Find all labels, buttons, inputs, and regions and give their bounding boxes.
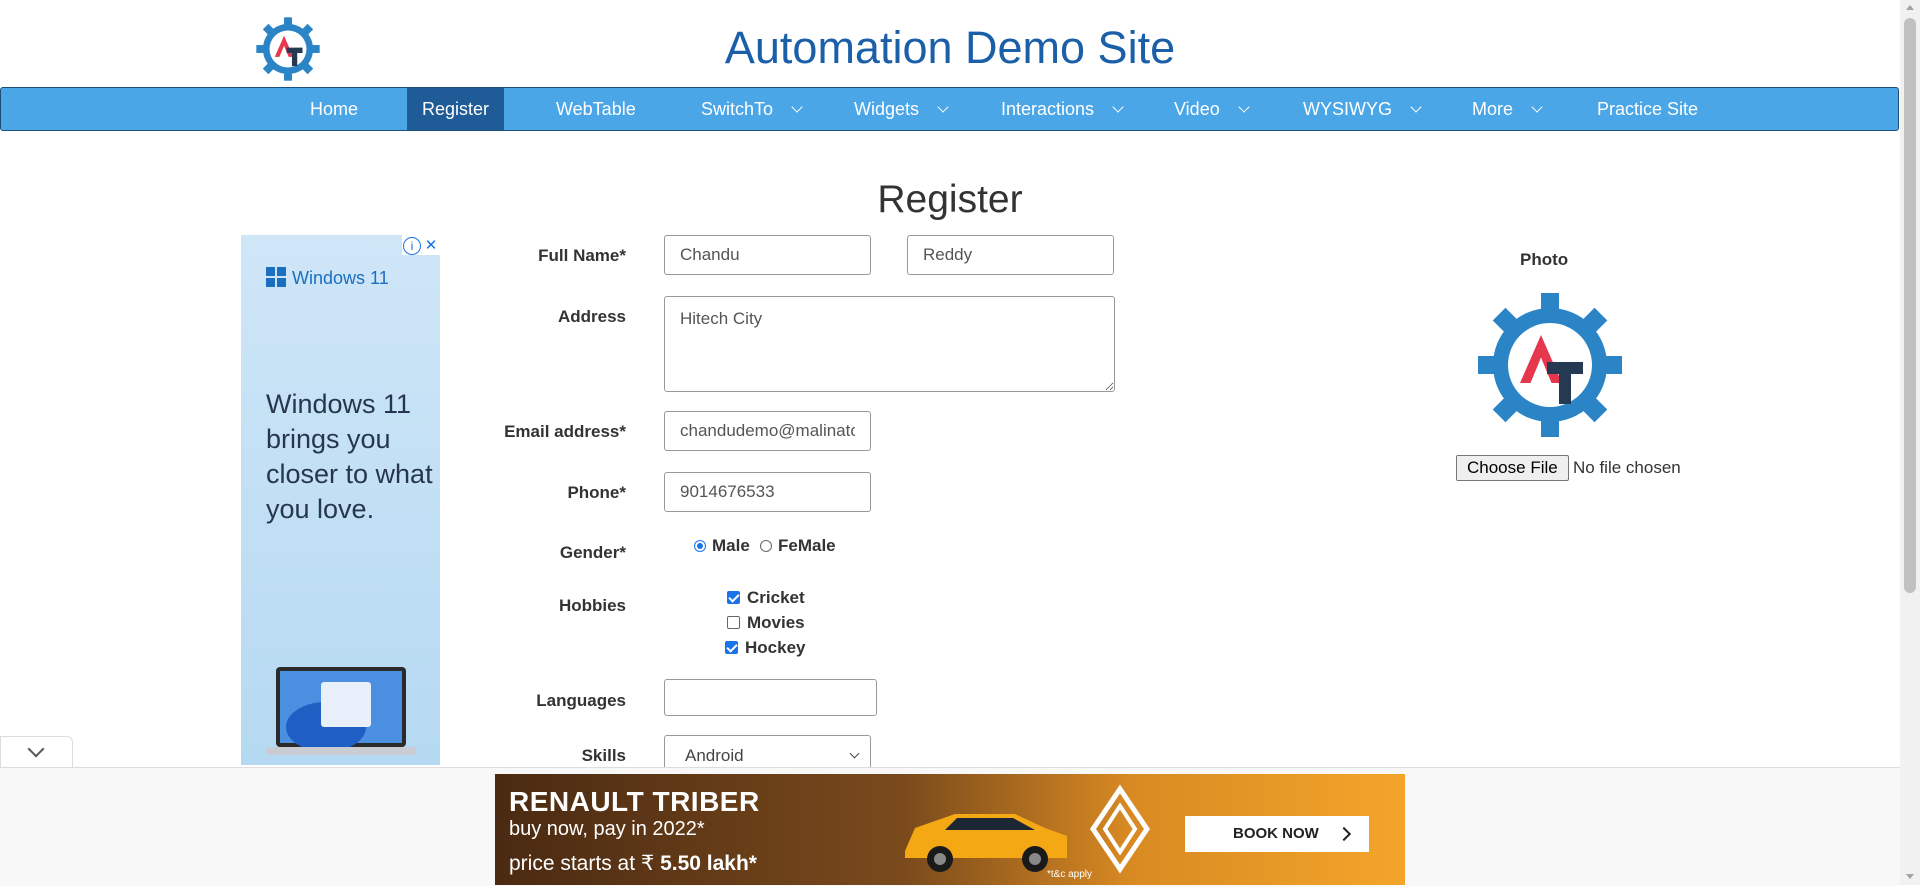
nav-wysiwyg-label: WYSIWYG bbox=[1303, 99, 1392, 119]
photo-label: Photo bbox=[1520, 250, 1569, 269]
email-label: Email address* bbox=[504, 422, 626, 441]
chevron-down-icon bbox=[1410, 101, 1422, 113]
nav-more[interactable]: More bbox=[1472, 88, 1543, 130]
gender-label: Gender* bbox=[559, 543, 626, 562]
nav-more-label: More bbox=[1472, 99, 1514, 119]
chevron-down-icon bbox=[849, 748, 860, 759]
nav-widgets-label: Widgets bbox=[854, 99, 920, 119]
address-label: Address bbox=[557, 307, 626, 326]
ad-subtitle: buy now, pay in 2022* bbox=[509, 818, 705, 840]
nav-webtable[interactable]: WebTable bbox=[556, 88, 636, 130]
address-textarea[interactable]: Hitech City bbox=[664, 296, 1115, 392]
ad-terms: *t&c apply bbox=[1047, 869, 1093, 880]
hobbies-label: Hobbies bbox=[558, 596, 626, 615]
windows-brand: Windows 11 bbox=[266, 267, 389, 289]
page-scrollbar[interactable] bbox=[1900, 0, 1920, 885]
chevron-down-icon bbox=[1112, 101, 1124, 113]
scroll-down-arrow-icon[interactable] bbox=[1906, 874, 1914, 879]
first-name-input[interactable] bbox=[664, 235, 871, 275]
ad-price-value: 5.50 lakh* bbox=[660, 852, 757, 875]
page-heading: Register bbox=[877, 178, 1023, 221]
renault-logo-icon bbox=[1089, 784, 1151, 874]
nav-wysiwyg[interactable]: WYSIWYG bbox=[1303, 88, 1422, 130]
gender-female-option[interactable]: FeMale bbox=[760, 536, 836, 556]
ad-collapse-tab[interactable] bbox=[0, 736, 73, 767]
nav-video[interactable]: Video bbox=[1174, 88, 1250, 130]
languages-label: Languages bbox=[536, 691, 626, 710]
site-title: Automation Demo Site bbox=[724, 22, 1176, 73]
gender-male-option[interactable]: Male bbox=[694, 536, 750, 556]
choose-file-button[interactable]: Choose File bbox=[1456, 455, 1569, 481]
hobby-movies-label: Movies bbox=[747, 613, 805, 632]
ad-price: price starts at ₹ 5.50 lakh* bbox=[509, 851, 757, 876]
checkbox-movies[interactable] bbox=[727, 616, 740, 629]
windows-brand-label: Windows 11 bbox=[292, 268, 389, 288]
checkbox-cricket[interactable] bbox=[727, 591, 740, 604]
hobby-cricket-label: Cricket bbox=[747, 588, 805, 607]
last-name-input[interactable] bbox=[907, 235, 1114, 275]
book-now-button[interactable]: BOOK NOW bbox=[1185, 816, 1369, 852]
chevron-down-icon bbox=[27, 740, 45, 758]
hobby-hockey[interactable]: Hockey bbox=[725, 638, 805, 658]
nav-video-label: Video bbox=[1174, 99, 1220, 119]
nav-practice-site-label: Practice Site bbox=[1597, 99, 1699, 119]
laptop-image bbox=[266, 667, 416, 755]
main-navbar: Home Register WebTable SwitchTo Widgets … bbox=[0, 87, 1899, 131]
phone-input[interactable] bbox=[664, 472, 871, 512]
book-now-label: BOOK NOW bbox=[1233, 825, 1319, 842]
nav-webtable-label: WebTable bbox=[556, 99, 636, 119]
checkbox-hockey[interactable] bbox=[725, 641, 738, 654]
windows-logo-icon bbox=[266, 267, 286, 287]
languages-input[interactable] bbox=[664, 679, 877, 716]
hobby-movies[interactable]: Movies bbox=[727, 613, 805, 633]
radio-female[interactable] bbox=[760, 540, 772, 552]
nav-home[interactable]: Home bbox=[310, 88, 358, 130]
nav-home-label: Home bbox=[310, 99, 359, 119]
nav-register-label: Register bbox=[421, 99, 490, 119]
phone-label: Phone* bbox=[567, 483, 626, 502]
photo-preview-logo bbox=[1478, 293, 1622, 437]
gender-male-label: Male bbox=[712, 536, 750, 555]
scroll-up-arrow-icon[interactable] bbox=[1906, 5, 1914, 10]
gender-female-label: FeMale bbox=[778, 536, 836, 555]
nav-switchto[interactable]: SwitchTo bbox=[701, 88, 803, 130]
nav-switchto-label: SwitchTo bbox=[701, 99, 774, 119]
chevron-down-icon bbox=[937, 101, 949, 113]
skills-selected-value: Android bbox=[685, 746, 744, 765]
nav-practice-site[interactable]: Practice Site bbox=[1597, 88, 1698, 130]
nav-register[interactable]: Register bbox=[407, 88, 504, 130]
renault-ad-banner[interactable]: RENAULT TRIBER buy now, pay in 2022* pri… bbox=[495, 774, 1405, 885]
file-status: No file chosen bbox=[1573, 458, 1681, 477]
hobby-hockey-label: Hockey bbox=[745, 638, 806, 657]
windows-ad-text: Windows 11 brings you closer to what you… bbox=[266, 389, 433, 524]
hobby-cricket[interactable]: Cricket bbox=[727, 588, 805, 608]
ad-title: RENAULT TRIBER bbox=[509, 786, 760, 817]
chevron-down-icon bbox=[791, 101, 803, 113]
chevron-right-icon bbox=[1336, 826, 1352, 842]
nav-interactions-label: Interactions bbox=[1001, 99, 1095, 119]
scroll-thumb[interactable] bbox=[1904, 18, 1916, 593]
ad-price-prefix: price starts at ₹ bbox=[509, 852, 661, 875]
nav-widgets[interactable]: Widgets bbox=[854, 88, 949, 130]
car-image bbox=[905, 814, 1067, 872]
full-name-label: Full Name* bbox=[538, 246, 626, 265]
skills-label: Skills bbox=[581, 746, 626, 765]
chevron-down-icon bbox=[1238, 101, 1250, 113]
chevron-down-icon bbox=[1531, 101, 1543, 113]
radio-male[interactable] bbox=[694, 540, 706, 552]
email-input[interactable] bbox=[664, 411, 871, 451]
nav-interactions[interactable]: Interactions bbox=[1001, 88, 1124, 130]
